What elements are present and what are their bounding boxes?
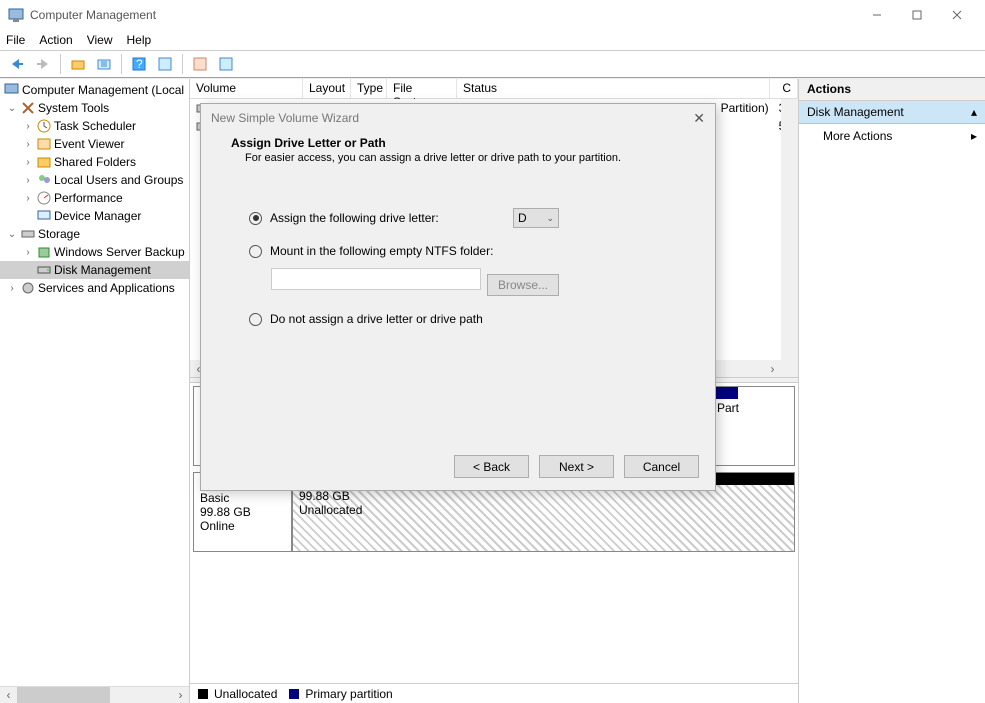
app-icon bbox=[8, 7, 24, 23]
volume-columns: Volume Layout Type File System Status C bbox=[190, 79, 798, 99]
chevron-down-icon: ⌄ bbox=[546, 213, 554, 224]
view1-button[interactable] bbox=[189, 53, 211, 75]
actions-section[interactable]: Disk Management ▴ bbox=[799, 101, 985, 124]
tree-shared-folders[interactable]: › Shared Folders bbox=[0, 153, 189, 171]
tree-disk-management[interactable]: Disk Management bbox=[0, 261, 189, 279]
drive-letter-select[interactable]: D ⌄ bbox=[513, 208, 559, 228]
col-type[interactable]: Type bbox=[351, 79, 387, 98]
wizard-close-button[interactable]: ✕ bbox=[693, 110, 705, 127]
col-status[interactable]: Status bbox=[457, 79, 770, 98]
folder-icon bbox=[36, 154, 52, 170]
performance-icon bbox=[36, 190, 52, 206]
computer-icon bbox=[4, 82, 20, 98]
tree-panel: Computer Management (Local ⌄ System Tool… bbox=[0, 79, 190, 703]
legend-swatch-unallocated bbox=[198, 689, 208, 699]
radio-assign-letter[interactable] bbox=[249, 212, 262, 225]
event-icon bbox=[36, 136, 52, 152]
actions-more[interactable]: More Actions ▸ bbox=[799, 124, 985, 148]
radio-assign-letter-label: Assign the following drive letter: bbox=[270, 211, 439, 225]
minimize-button[interactable] bbox=[857, 0, 897, 30]
mount-folder-input bbox=[271, 268, 481, 290]
wizard-next-button[interactable]: Next > bbox=[539, 455, 614, 478]
expand-icon[interactable]: › bbox=[6, 283, 18, 294]
col-volume[interactable]: Volume bbox=[190, 79, 303, 98]
vscrollbar[interactable] bbox=[781, 99, 798, 377]
tree-root[interactable]: Computer Management (Local bbox=[0, 81, 189, 99]
menubar: File Action View Help bbox=[0, 30, 985, 50]
collapse-icon[interactable]: ⌄ bbox=[6, 103, 18, 114]
refresh-button[interactable] bbox=[93, 53, 115, 75]
actions-header: Actions bbox=[799, 79, 985, 101]
expand-icon[interactable]: › bbox=[22, 121, 34, 132]
tree-performance[interactable]: › Performance bbox=[0, 189, 189, 207]
col-layout[interactable]: Layout bbox=[303, 79, 351, 98]
users-icon bbox=[36, 172, 52, 188]
menu-file[interactable]: File bbox=[6, 33, 25, 47]
up-button[interactable] bbox=[67, 53, 89, 75]
titlebar: Computer Management bbox=[0, 0, 985, 30]
services-icon bbox=[20, 280, 36, 296]
close-button[interactable] bbox=[937, 0, 977, 30]
tree-storage[interactable]: ⌄ Storage bbox=[0, 225, 189, 243]
device-icon bbox=[36, 208, 52, 224]
wizard-subtitle: For easier access, you can assign a driv… bbox=[231, 152, 685, 164]
col-c[interactable]: C bbox=[770, 79, 798, 98]
tree-device-manager[interactable]: Device Manager bbox=[0, 207, 189, 225]
toolbar: ? bbox=[0, 50, 985, 78]
menu-view[interactable]: View bbox=[87, 33, 113, 47]
tree-event-viewer[interactable]: › Event Viewer bbox=[0, 135, 189, 153]
clock-icon bbox=[36, 118, 52, 134]
back-button[interactable] bbox=[6, 53, 28, 75]
browse-button: Browse... bbox=[487, 274, 559, 296]
disk-icon bbox=[36, 262, 52, 278]
collapse-icon: ▴ bbox=[971, 105, 977, 119]
tools-icon bbox=[20, 100, 36, 116]
tree-task-scheduler[interactable]: › Task Scheduler bbox=[0, 117, 189, 135]
wizard-dialog: New Simple Volume Wizard ✕ Assign Drive … bbox=[200, 103, 716, 491]
expand-icon[interactable]: › bbox=[22, 247, 34, 258]
expand-icon[interactable]: › bbox=[22, 157, 34, 168]
actions-panel: Actions Disk Management ▴ More Actions ▸ bbox=[799, 79, 985, 703]
expand-icon[interactable]: › bbox=[22, 139, 34, 150]
help-button[interactable]: ? bbox=[128, 53, 150, 75]
partition-state: Unallocated bbox=[299, 503, 788, 517]
radio-no-letter-label: Do not assign a drive letter or drive pa… bbox=[270, 312, 483, 326]
legend-swatch-primary bbox=[289, 689, 299, 699]
col-filesystem[interactable]: File System bbox=[387, 79, 457, 98]
expand-icon[interactable]: › bbox=[22, 193, 34, 204]
menu-action[interactable]: Action bbox=[39, 33, 72, 47]
forward-button[interactable] bbox=[32, 53, 54, 75]
chevron-right-icon: ▸ bbox=[971, 129, 977, 143]
wizard-cancel-button[interactable]: Cancel bbox=[624, 455, 699, 478]
tree-local-users[interactable]: › Local Users and Groups bbox=[0, 171, 189, 189]
expand-icon[interactable]: › bbox=[22, 175, 34, 186]
wizard-headline: Assign Drive Letter or Path bbox=[231, 136, 685, 150]
storage-icon bbox=[20, 226, 36, 242]
wizard-title: New Simple Volume Wizard bbox=[211, 111, 359, 125]
radio-no-letter[interactable] bbox=[249, 313, 262, 326]
radio-mount-folder[interactable] bbox=[249, 245, 262, 258]
partition-label: Part bbox=[717, 401, 739, 415]
tree-scrollbar[interactable]: ‹› bbox=[0, 686, 189, 703]
maximize-button[interactable] bbox=[897, 0, 937, 30]
collapse-icon[interactable]: ⌄ bbox=[6, 229, 18, 240]
legend: Unallocated Primary partition bbox=[190, 683, 798, 703]
view2-button[interactable] bbox=[215, 53, 237, 75]
partition-size: 99.88 GB bbox=[299, 489, 788, 503]
wizard-back-button[interactable]: < Back bbox=[454, 455, 529, 478]
tree-services-apps[interactable]: › Services and Applications bbox=[0, 279, 189, 297]
menu-help[interactable]: Help bbox=[127, 33, 152, 47]
properties-button[interactable] bbox=[154, 53, 176, 75]
svg-text:?: ? bbox=[136, 57, 143, 71]
window-title: Computer Management bbox=[30, 8, 857, 22]
tree-windows-backup[interactable]: › Windows Server Backup bbox=[0, 243, 189, 261]
backup-icon bbox=[36, 244, 52, 260]
radio-mount-folder-label: Mount in the following empty NTFS folder… bbox=[270, 244, 493, 258]
tree-system-tools[interactable]: ⌄ System Tools bbox=[0, 99, 189, 117]
